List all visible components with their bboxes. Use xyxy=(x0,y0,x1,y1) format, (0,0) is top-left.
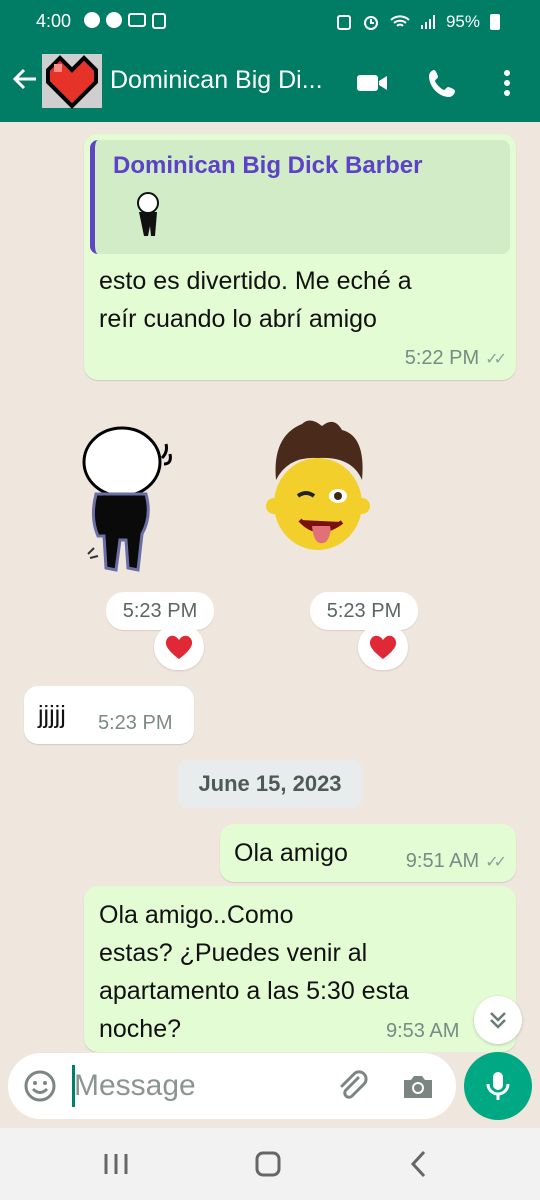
notification-icons xyxy=(84,12,166,29)
message-line: esto es divertido. Me eché a xyxy=(99,267,412,295)
message-meta: 9:51 AM ✓✓ xyxy=(405,850,507,873)
message-line: apartamento a las 5:30 esta xyxy=(99,977,409,1005)
home-icon[interactable] xyxy=(250,1146,286,1182)
message-text: Ola amigo xyxy=(234,839,348,867)
memoji-wink-sticker[interactable] xyxy=(262,416,374,556)
heart-icon xyxy=(165,635,193,659)
avatar[interactable] xyxy=(38,48,106,114)
message-bubble-outgoing[interactable]: Ola amigo 9:51 AM ✓✓ xyxy=(220,824,516,882)
more-options-icon[interactable] xyxy=(490,66,524,100)
message-time: 5:23 PM xyxy=(98,712,173,734)
message-composer xyxy=(8,1053,456,1119)
message-line: reír cuando lo abrí amigo xyxy=(99,305,377,333)
double-check-icon: ✓✓ xyxy=(485,351,507,368)
video-call-icon[interactable] xyxy=(355,66,389,100)
message-line: noche? xyxy=(99,1015,182,1043)
voice-call-icon[interactable] xyxy=(426,66,460,100)
lock-icon xyxy=(152,13,166,29)
signal-icon xyxy=(420,15,435,29)
wifi-icon xyxy=(390,15,410,27)
message-time: 9:51 AM xyxy=(405,850,480,872)
message-bubble-outgoing[interactable]: Dominican Big Dick Barber esto es divert… xyxy=(84,134,516,380)
date-separator: June 15, 2023 xyxy=(178,760,362,808)
nfc-icon xyxy=(336,15,351,30)
nav-back-icon[interactable] xyxy=(402,1146,438,1182)
system-navigation-bar xyxy=(0,1128,540,1200)
battery-icon xyxy=(490,14,500,30)
message-bubble-outgoing[interactable]: Ola amigo..Como estas? ¿Puedes venir al … xyxy=(84,886,516,1052)
double-chevron-down-icon xyxy=(490,1012,506,1029)
sticker-time: 5:23 PM xyxy=(310,592,418,630)
message-text: esto es divertido. Me eché a reír cuando… xyxy=(99,262,412,338)
messenger-icon xyxy=(84,12,100,28)
message-meta: 5:22 PM ✓✓ xyxy=(404,347,507,370)
message-line: Ola amigo..Como xyxy=(99,901,294,929)
back-arrow-icon[interactable] xyxy=(10,64,40,94)
reaction-badge[interactable] xyxy=(154,624,204,670)
emoji-icon[interactable] xyxy=(22,1068,58,1104)
recent-apps-icon[interactable] xyxy=(98,1146,134,1182)
battery-percent: 95% xyxy=(445,12,480,31)
status-time: 4:00 xyxy=(36,11,72,31)
system-icons: 95% xyxy=(336,12,500,32)
quoted-message[interactable]: Dominican Big Dick Barber xyxy=(90,140,510,254)
sticker-thumbnail xyxy=(137,192,159,236)
status-bar: 4:00 95% xyxy=(0,0,540,44)
voice-message-button[interactable] xyxy=(464,1052,532,1120)
chat-messages[interactable]: Dominican Big Dick Barber esto es divert… xyxy=(0,122,540,1052)
reaction-badge[interactable] xyxy=(358,624,408,670)
message-input[interactable] xyxy=(74,1065,324,1107)
camera-icon[interactable] xyxy=(400,1068,436,1104)
contact-name[interactable]: Dominican Big Di... xyxy=(110,66,323,95)
double-check-icon: ✓✓ xyxy=(485,854,507,871)
sticker-time: 5:23 PM xyxy=(106,592,214,630)
messenger-icon xyxy=(106,12,122,28)
scroll-to-bottom-button[interactable] xyxy=(474,996,522,1044)
message-text: jjjjj xyxy=(38,701,66,729)
voicemail-icon xyxy=(128,13,146,27)
message-time: 9:53 AM xyxy=(386,1020,460,1042)
alarm-icon xyxy=(363,16,378,30)
message-bubble-incoming[interactable]: jjjjj 5:23 PM xyxy=(24,686,194,744)
microphone-icon xyxy=(486,1072,510,1100)
chat-header: Dominican Big Di... xyxy=(0,44,540,122)
quoted-sender-name: Dominican Big Dick Barber xyxy=(113,152,423,179)
heart-icon xyxy=(369,635,397,659)
message-line: estas? ¿Puedes venir al xyxy=(99,939,368,967)
message-text: Ola amigo..Como estas? ¿Puedes venir al … xyxy=(99,896,409,1048)
message-time: 5:22 PM xyxy=(404,347,480,369)
attach-icon[interactable] xyxy=(334,1068,370,1104)
stick-figure-sticker[interactable] xyxy=(76,418,180,582)
